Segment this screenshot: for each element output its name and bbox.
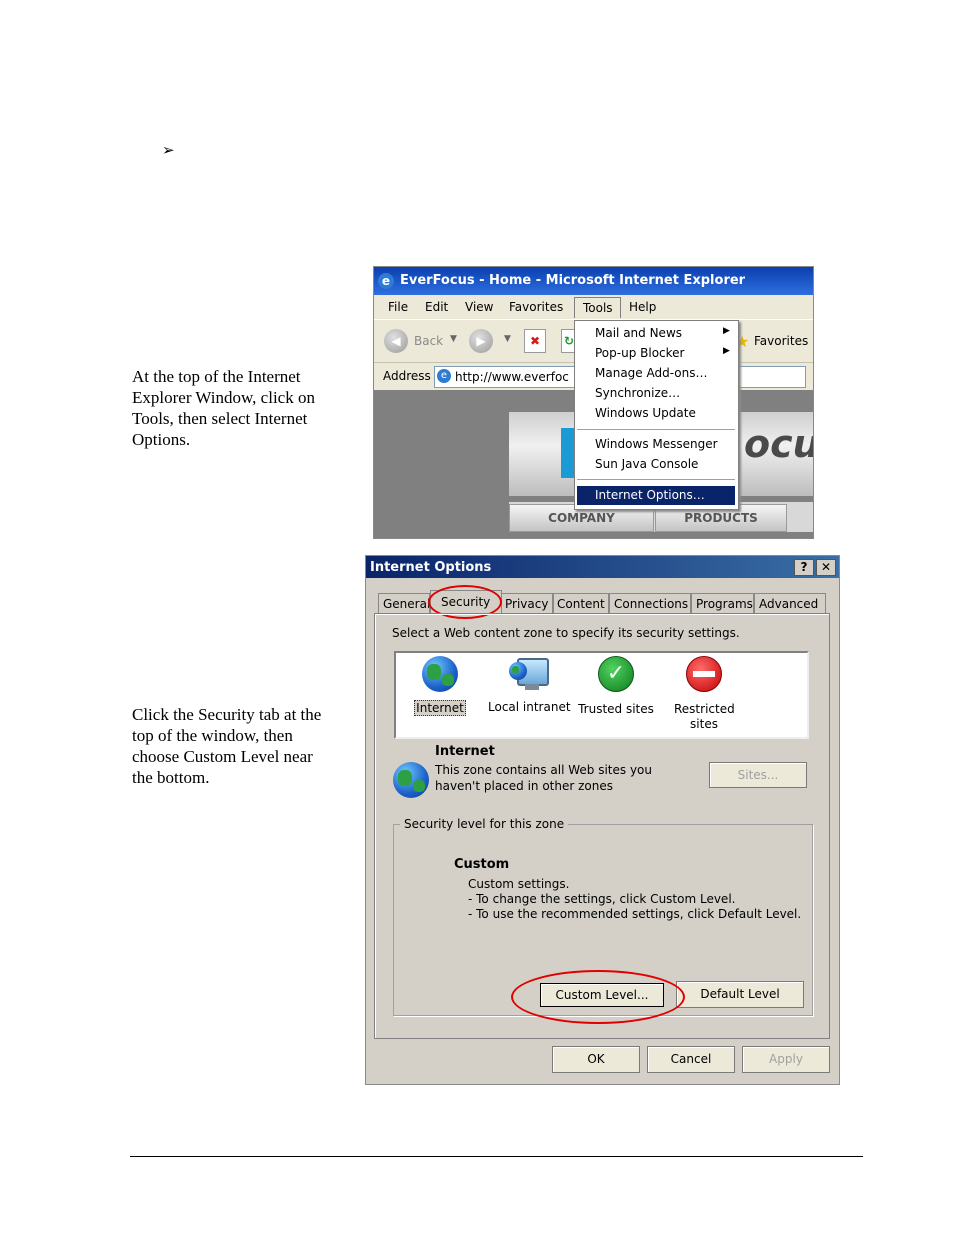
menu-separator [577,479,735,480]
tab-content[interactable]: Content [553,593,609,613]
stop-icon[interactable]: ✖ [524,329,546,353]
ok-button[interactable]: OK [552,1046,640,1073]
zone-heading: Internet [435,744,495,759]
internet-options-dialog: Internet Options ? ✕ General Security Pr… [365,555,840,1085]
tab-privacy-label: Privacy [505,597,549,611]
instruction-step-2: Click the Security tab at the top of the… [132,705,322,787]
default-level-button[interactable]: Default Level [676,981,804,1008]
level-desc-line-2: - To change the settings, click Custom L… [468,892,736,906]
custom-level-annotation [511,970,685,1024]
bullet-icon: ➢ [162,143,175,159]
zone-restricted-sites-label: Restricted sites [674,702,735,731]
help-button-icon[interactable]: ? [794,559,814,576]
zone-trusted-sites-label: Trusted sites [578,702,654,716]
menu-item-manage-addons[interactable]: Manage Add-ons… [595,366,707,380]
security-level-group-label: Security level for this zone [400,817,569,831]
cancel-button[interactable]: Cancel [647,1046,735,1073]
menu-item-windows-messenger[interactable]: Windows Messenger [595,437,718,451]
zone-description-line-1: This zone contains all Web sites you [435,763,652,777]
tab-connections[interactable]: Connections [609,593,691,613]
menu-help[interactable]: Help [629,300,656,314]
ie-menu-bar: File Edit View Favorites Tools Help [374,295,813,319]
menu-item-sun-java-console[interactable]: Sun Java Console [595,457,698,471]
dialog-title: Internet Options [370,560,492,575]
zone-trusted-sites[interactable]: ✓ Trusted sites [576,656,656,716]
address-value: http://www.everfoc [455,370,569,384]
ie-logo-icon: e [378,273,394,289]
level-desc-line-3: - To use the recommended settings, click… [468,907,802,921]
checkmark-icon: ✓ [598,656,634,692]
apply-button[interactable]: Apply [742,1046,830,1073]
instruction-step-1: At the top of the Internet Explorer Wind… [132,367,315,449]
menu-item-mail-news[interactable]: Mail and News [595,326,682,340]
globe-icon [393,762,429,798]
dialog-title-bar: Internet Options ? ✕ [366,556,839,578]
tab-content-label: Content [557,597,605,611]
ie-title-bar: e EverFocus - Home - Microsoft Internet … [374,267,813,295]
menu-file[interactable]: File [388,300,408,314]
logo-text: ocus [744,422,813,466]
sites-button[interactable]: Sites... [709,762,807,788]
tab-advanced[interactable]: Advanced [754,593,826,613]
back-dropdown-icon[interactable]: ▼ [450,334,457,344]
zone-description-line-2: haven't placed in other zones [435,779,614,793]
ie-window-screenshot: e EverFocus - Home - Microsoft Internet … [373,266,814,539]
monitor-globe-icon [509,656,549,694]
tab-programs[interactable]: Programs [691,593,754,613]
zone-internet[interactable]: Internet [400,656,480,716]
zone-prompt: Select a Web content zone to specify its… [392,626,740,640]
back-button-label[interactable]: Back [414,334,443,348]
menu-edit[interactable]: Edit [425,300,448,314]
back-arrow-icon[interactable]: ◀ [384,329,408,353]
submenu-arrow-icon: ▶ [723,326,730,336]
submenu-arrow-icon: ▶ [723,346,730,356]
page-icon: e [437,369,451,383]
menu-item-windows-update[interactable]: Windows Update [595,406,696,420]
menu-separator [577,429,735,430]
menu-view[interactable]: View [465,300,493,314]
menu-item-synchronize[interactable]: Synchronize… [595,386,680,400]
tab-privacy[interactable]: Privacy [501,593,553,613]
level-desc-line-1: Custom settings. [468,877,570,891]
favorites-button-label[interactable]: Favorites [754,334,808,348]
ie-title: EverFocus - Home - Microsoft Internet Ex… [400,273,746,288]
restricted-icon [686,656,722,692]
tab-general-label: General [383,597,430,611]
menu-favorites[interactable]: Favorites [509,300,563,314]
footer-rule [130,1156,863,1157]
zone-internet-label: Internet [414,700,466,716]
menu-item-popup-blocker[interactable]: Pop-up Blocker [595,346,684,360]
forward-arrow-icon[interactable]: ▶ [469,329,493,353]
menu-tools[interactable]: Tools [574,297,621,318]
tab-connections-label: Connections [614,597,689,611]
level-title: Custom [454,857,510,872]
zone-restricted-sites[interactable]: Restricted sites [664,656,744,732]
tools-dropdown-menu: Mail and News ▶ Pop-up Blocker ▶ Manage … [574,320,739,510]
tab-general[interactable]: General [378,593,430,613]
zone-local-intranet[interactable]: Local intranet [488,656,571,714]
menu-item-internet-options[interactable]: Internet Options… [577,486,735,505]
globe-icon [422,656,458,692]
zone-local-intranet-label: Local intranet [488,700,571,714]
close-icon[interactable]: ✕ [816,559,836,576]
zone-list: Internet Local intranet ✓ Trusted sites … [394,651,809,739]
address-label: Address [383,369,431,383]
tab-advanced-label: Advanced [759,597,819,611]
menu-item-internet-options-label: Internet Options… [595,488,705,502]
forward-dropdown-icon[interactable]: ▼ [504,334,511,344]
tab-programs-label: Programs [696,597,753,611]
